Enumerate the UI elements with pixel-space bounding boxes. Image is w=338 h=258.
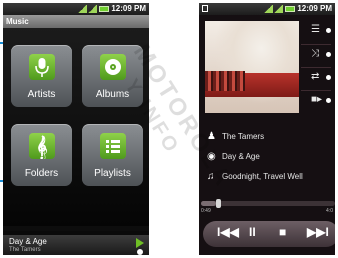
callout-dot — [326, 52, 331, 57]
treble-clef-icon: 𝄞 — [28, 133, 55, 159]
info-album: Day & Age — [222, 152, 260, 161]
callout-dot — [137, 249, 143, 255]
shuffle-button[interactable]: ⤨ — [301, 44, 331, 65]
album-icon: ◉ — [207, 151, 216, 162]
tile-label-albums: Albums — [95, 89, 130, 100]
callout-dot — [326, 28, 331, 33]
app-title: Music — [3, 15, 149, 28]
album-art-pattern — [205, 71, 245, 91]
status-time: 12:09 PM — [111, 4, 146, 13]
info-track: Goodnight, Travel Well — [222, 172, 303, 181]
tile-label-playlists: Playlists — [94, 168, 131, 179]
repeat-icon: ⇄ — [311, 71, 320, 82]
notification-icon — [202, 5, 208, 12]
list-icon — [99, 133, 126, 159]
now-playing-screen: 12:09 PM ☰ ⤨ ⇄ ■▸ ♟ The Tamers ◉ Day & A… — [199, 3, 335, 255]
now-playing-artist: The Tamers — [9, 247, 41, 253]
progress-bar[interactable]: 0:49 4:0 — [199, 198, 335, 218]
progress-track — [201, 201, 335, 206]
tile-playlists[interactable]: Playlists — [82, 124, 143, 186]
next-icon[interactable]: ▶▶I — [307, 225, 329, 239]
music-home-screen: 12:09 PM Music Artists Albums 𝄞 Folders … — [3, 3, 149, 255]
previous-icon[interactable]: I◀◀ — [217, 225, 239, 239]
signal-icon — [274, 5, 283, 13]
playlist-icon: ☰ — [311, 24, 320, 35]
battery-icon — [285, 6, 295, 12]
callout-dot — [326, 75, 331, 80]
note-icon: ♫ — [207, 171, 215, 182]
progress-knob[interactable] — [215, 199, 221, 208]
progress-fill — [201, 201, 216, 206]
disc-icon — [99, 54, 126, 80]
pause-icon[interactable]: II — [249, 225, 256, 239]
total-time: 4:0 — [326, 208, 333, 214]
side-controls: ☰ ⤨ ⇄ ■▸ — [299, 17, 335, 117]
info-artist: The Tamers — [222, 132, 265, 141]
tile-label-folders: Folders — [24, 168, 59, 179]
signal-icon — [88, 5, 97, 13]
playlist-button[interactable]: ☰ — [301, 21, 331, 41]
play-icon[interactable] — [136, 238, 144, 248]
tile-artists[interactable]: Artists — [11, 45, 72, 107]
artist-icon: ♟ — [207, 131, 216, 142]
tile-label-artists: Artists — [27, 89, 56, 100]
shuffle-icon: ⤨ — [311, 48, 319, 59]
elapsed-time: 0:49 — [201, 208, 211, 214]
now-playing-bar[interactable]: Day & Age The Tamers — [3, 235, 149, 255]
library-grid: Artists Albums 𝄞 Folders Playlists — [3, 28, 149, 226]
microphone-icon — [28, 54, 55, 80]
volume-icon: ■▸ — [311, 94, 323, 105]
now-playing-title: Day & Age — [9, 237, 47, 246]
status-bar: 12:09 PM — [199, 3, 335, 15]
signal-icon — [264, 5, 273, 13]
tile-folders[interactable]: 𝄞 Folders — [11, 124, 72, 186]
callout-dot — [326, 98, 331, 103]
status-bar: 12:09 PM — [3, 3, 149, 15]
status-time: 12:09 PM — [297, 4, 332, 13]
transport-controls: I◀◀ II ■ ▶▶I — [203, 221, 335, 247]
signal-icon — [78, 5, 87, 13]
repeat-button[interactable]: ⇄ — [301, 67, 331, 88]
volume-button[interactable]: ■▸ — [301, 90, 331, 111]
stop-icon[interactable]: ■ — [279, 225, 286, 239]
tile-albums[interactable]: Albums — [82, 45, 143, 107]
battery-icon — [99, 6, 109, 12]
album-art — [205, 21, 299, 113]
